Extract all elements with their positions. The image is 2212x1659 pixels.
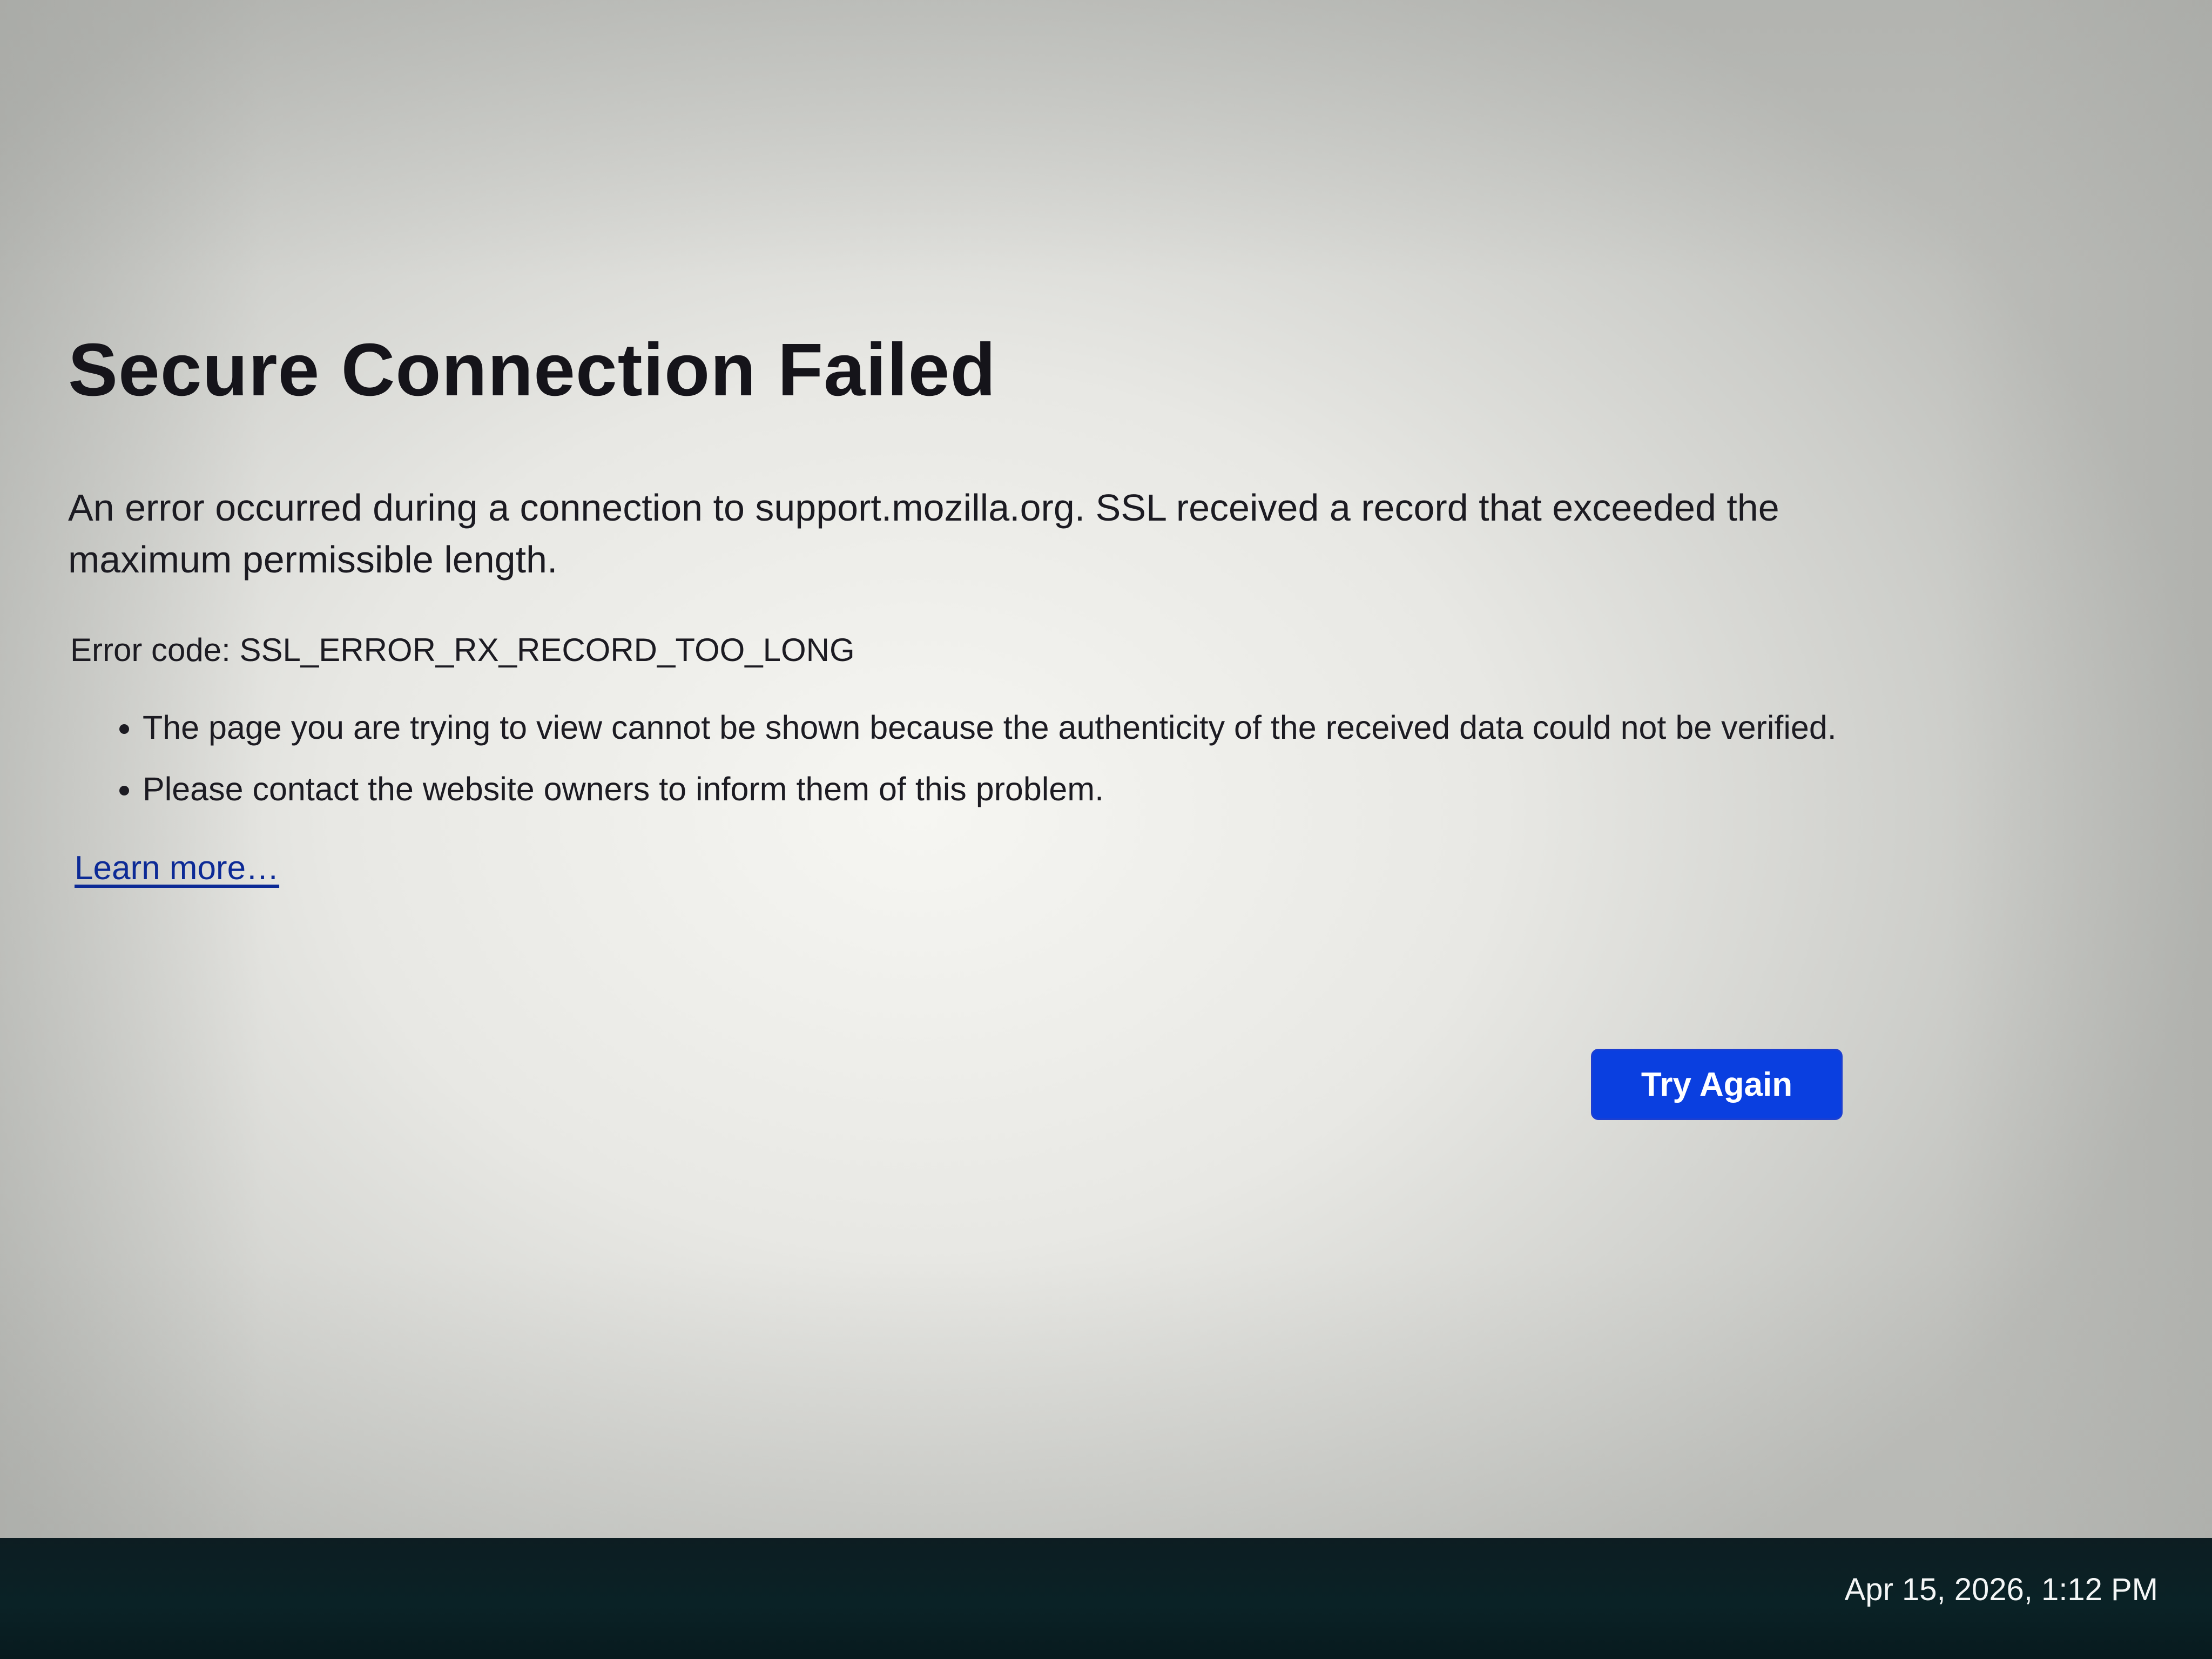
error-code: Error code: SSL_ERROR_RX_RECORD_TOO_LONG [70,631,855,668]
taskbar-clock[interactable]: Apr 15, 2026, 1:12 PM [1845,1572,2158,1608]
error-details-list: The page you are trying to view cannot b… [68,704,1861,812]
list-item: Please contact the website owners to inf… [143,766,1861,812]
list-item: The page you are trying to view cannot b… [143,704,1861,751]
error-description: An error occurred during a connection to… [68,486,1779,581]
learn-more-link[interactable]: Learn more… [75,849,279,887]
error-content: Secure Connection Failed An error occurr… [68,329,1861,887]
page-title: Secure Connection Failed [68,328,996,412]
button-row: Try Again [1591,1049,1843,1120]
try-again-button[interactable]: Try Again [1591,1049,1843,1120]
browser-viewport: Secure Connection Failed An error occurr… [0,0,2212,1538]
taskbar: Apr 15, 2026, 1:12 PM [0,1538,2212,1659]
